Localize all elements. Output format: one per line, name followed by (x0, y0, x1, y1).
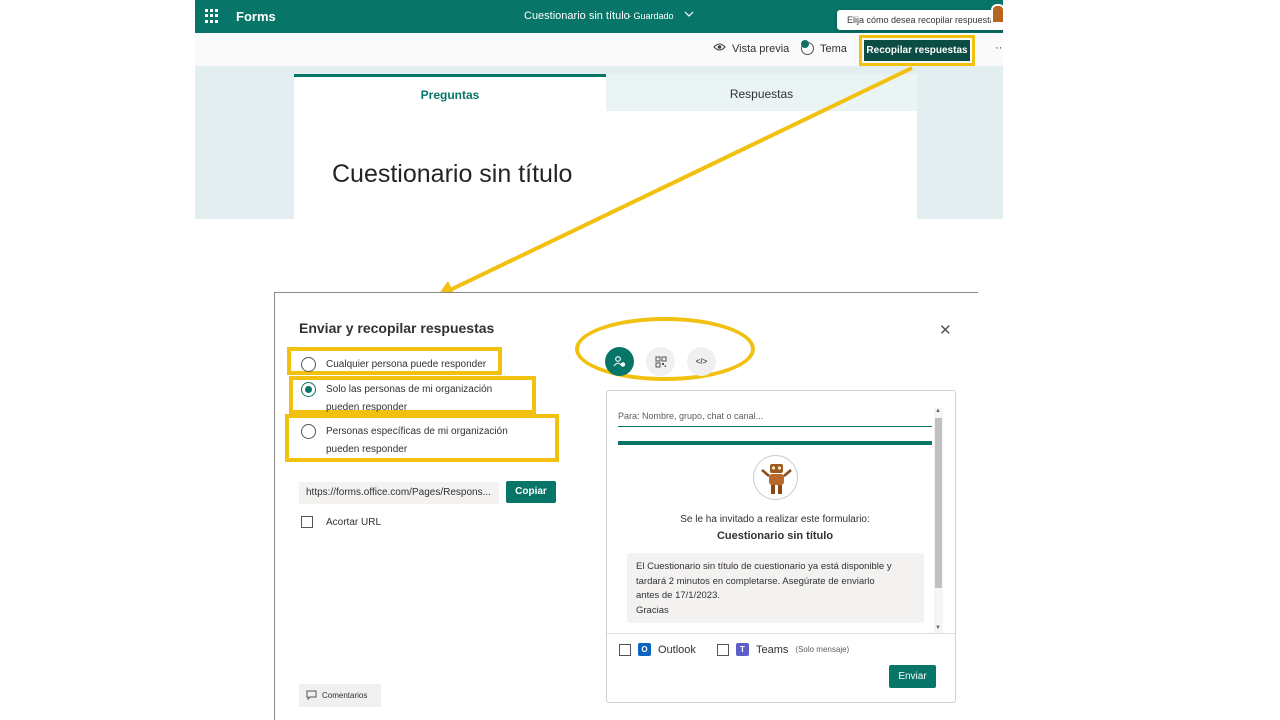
more-options-button[interactable]: ··· (995, 42, 1003, 54)
save-status-text: Guardado (633, 11, 674, 21)
option-specific-label: Personas específicas de mi organización … (326, 426, 508, 455)
option-specific[interactable]: Personas específicas de mi organización … (301, 423, 541, 459)
app-header: Forms Cuestionario sin título - Guardado… (195, 0, 1003, 33)
send-button[interactable]: Enviar (889, 665, 936, 688)
teams-checkbox[interactable] (717, 643, 729, 656)
option-org[interactable]: Solo las personas de mi organización pue… (301, 381, 521, 417)
divider (607, 633, 955, 634)
radio-specific[interactable] (301, 424, 316, 439)
teams-option[interactable]: T Teams (Solo mensaje) (717, 643, 849, 656)
close-icon[interactable]: ✕ (939, 321, 952, 339)
collect-responses-button[interactable]: Recopilar respuestas (859, 35, 975, 66)
invite-form-title: Cuestionario sin título (716, 530, 834, 542)
dialog-title: Enviar y recopilar respuestas (299, 320, 495, 336)
scrollbar-thumb[interactable] (935, 418, 942, 588)
option-anyone[interactable]: Cualquier persona puede responder (301, 356, 486, 374)
teams-icon: T (736, 643, 749, 656)
outlook-icon: O (638, 643, 651, 656)
preview-button[interactable]: Vista previa (713, 42, 789, 55)
outlook-label: Outlook (658, 643, 696, 656)
radio-anyone[interactable] (301, 357, 316, 372)
form-title[interactable]: Cuestionario sin título (524, 10, 630, 22)
embed-code-icon[interactable]: </> (687, 347, 716, 376)
invite-text: Se le ha invitado a realizar este formul… (680, 514, 870, 525)
palette-icon (801, 42, 814, 55)
invite-message[interactable]: El Cuestionario sin título de cuestionar… (627, 553, 924, 623)
avatar[interactable] (991, 4, 1003, 24)
message-line: El Cuestionario sin título de cuestionar… (636, 561, 892, 572)
invite-accent-bar (618, 441, 932, 445)
scroll-down-icon[interactable]: ▼ (935, 625, 941, 631)
comment-icon (306, 690, 317, 702)
save-status: - Guardado (628, 11, 674, 21)
scrollbar[interactable]: ▲ ▼ (934, 408, 943, 634)
message-line: antes de 17/1/2023. (636, 590, 720, 601)
collect-tooltip: Elija cómo desea recopilar respuestas (837, 10, 1003, 30)
recipient-input[interactable]: Para: Nombre, grupo, chat o canal... (618, 411, 932, 427)
teams-note: (Solo mensaje) (795, 645, 850, 654)
qr-code-icon[interactable] (646, 347, 675, 376)
theme-button[interactable]: Tema (801, 42, 847, 55)
outlook-option[interactable]: O Outlook (619, 643, 696, 656)
message-line: tardará 2 minutos en completarse. Asegúr… (636, 575, 875, 587)
form-avatar (753, 455, 798, 500)
share-people-icon[interactable] (605, 347, 634, 376)
eye-icon (713, 42, 726, 55)
message-line: Gracias (636, 604, 669, 616)
app-launcher-icon[interactable] (205, 9, 219, 23)
radio-org[interactable] (301, 382, 316, 397)
copy-button[interactable]: Copiar (506, 481, 556, 503)
shorten-url-checkbox[interactable] (301, 516, 313, 528)
shorten-url-label: Acortar URL (326, 516, 382, 528)
tab-questions[interactable]: Preguntas (294, 74, 606, 111)
scroll-up-icon[interactable]: ▲ (935, 408, 941, 414)
shorten-url-option[interactable]: Acortar URL (301, 516, 381, 528)
tab-responses[interactable]: Respuestas (606, 74, 917, 111)
forms-editor-screenshot: Forms Cuestionario sin título - Guardado… (195, 0, 1003, 219)
teams-label: Teams (756, 643, 789, 656)
chevron-down-icon[interactable] (684, 9, 694, 22)
option-anyone-label: Cualquier persona puede responder (326, 359, 487, 370)
comments-button[interactable]: Comentarios (299, 684, 381, 707)
form-card: Preguntas Respuestas Cuestionario sin tí… (294, 74, 917, 219)
comments-label: Comentarios (322, 691, 368, 700)
command-bar: Vista previa Tema Recopilar respuestas ·… (195, 33, 1003, 66)
option-org-label: Solo las personas de mi organización pue… (326, 384, 493, 413)
form-url-field[interactable]: https://forms.office.com/Pages/Respons..… (299, 482, 499, 504)
outlook-checkbox[interactable] (619, 643, 631, 656)
send-dialog: Enviar y recopilar respuestas ✕ Cualquie… (274, 292, 978, 720)
quiz-title[interactable]: Cuestionario sin título (332, 160, 572, 189)
preview-label: Vista previa (732, 42, 790, 55)
theme-label: Tema (820, 42, 847, 55)
app-name[interactable]: Forms (236, 9, 276, 24)
invite-panel: Para: Nombre, grupo, chat o canal... ▲ ▼… (606, 390, 956, 703)
